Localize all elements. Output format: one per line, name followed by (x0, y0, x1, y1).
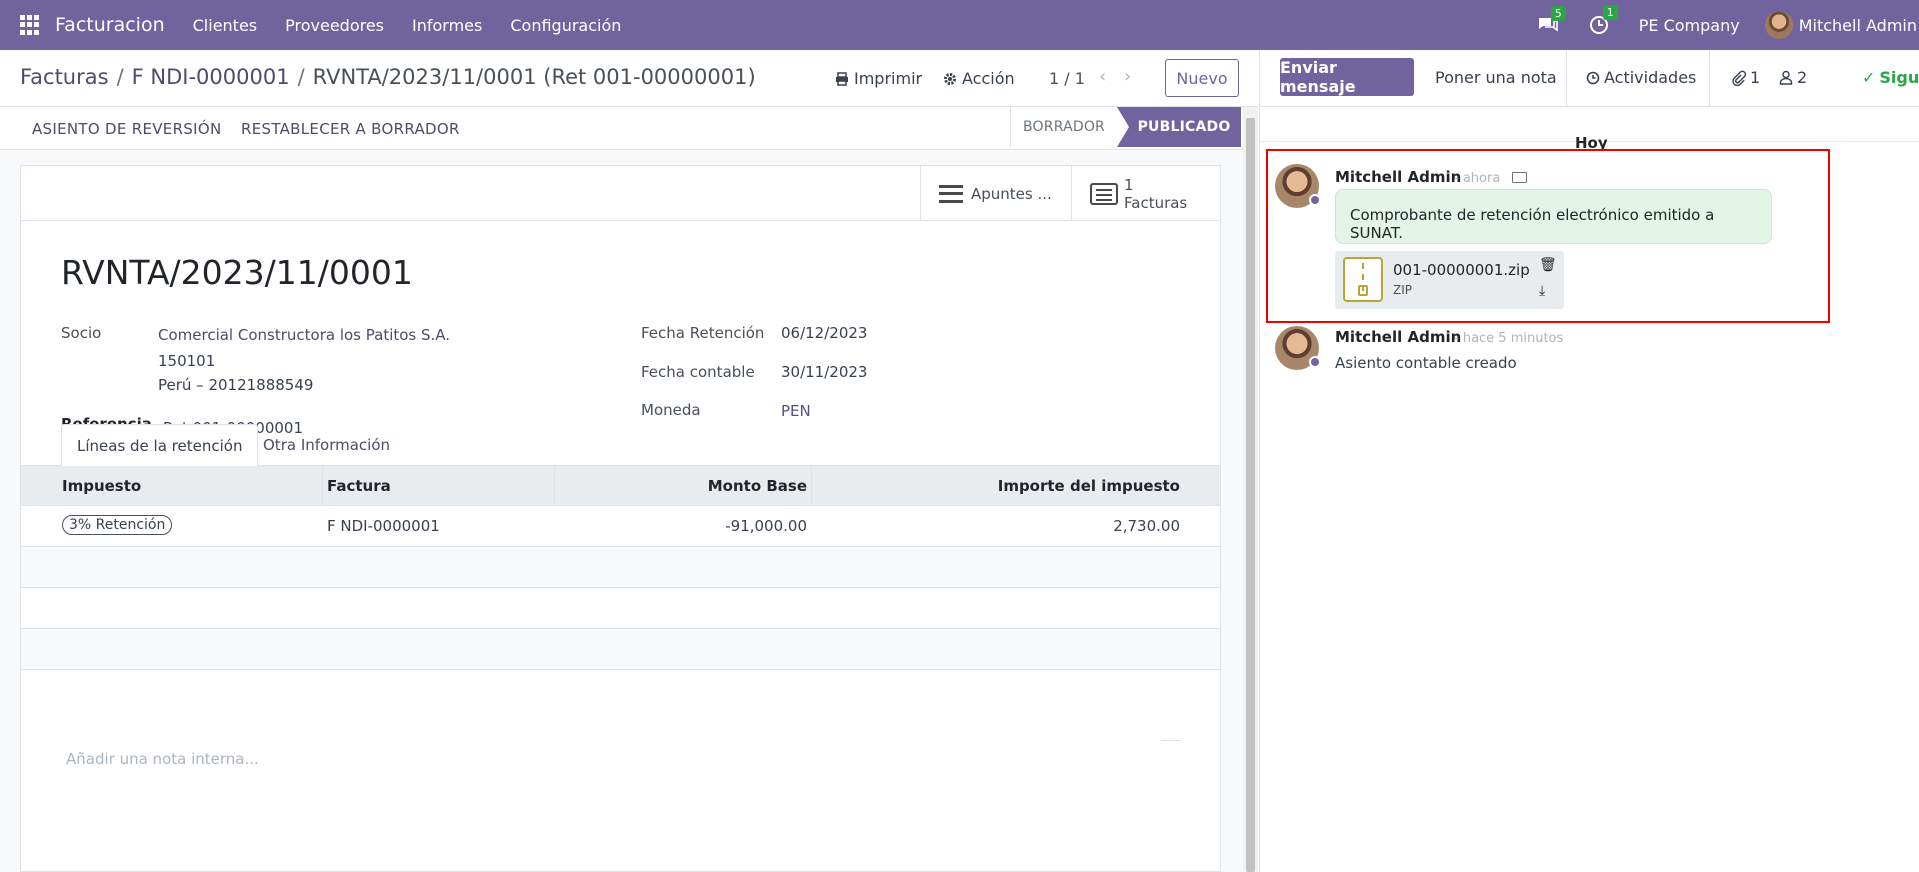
column-tax-amount[interactable]: Importe del impuesto (998, 477, 1180, 495)
user-icon (1779, 70, 1793, 85)
menu-clientes[interactable]: Clientes (193, 16, 258, 35)
accounting-date-field[interactable]: 30/11/2023 (781, 363, 867, 381)
table-header: Impuesto Factura Monto Base Importe del … (21, 466, 1220, 506)
new-button[interactable]: Nuevo (1165, 59, 1239, 97)
action-button[interactable]: Acción (943, 69, 1015, 88)
followers-count: 2 (1797, 68, 1808, 87)
gear-icon (944, 72, 956, 85)
currency-link[interactable]: PEN (781, 402, 811, 420)
journal-items-label: Apuntes ... (971, 184, 1052, 203)
chatter-topbar: Enviar mensaje Poner una nota Actividade… (1260, 50, 1919, 107)
messages-count-badge: 5 (1550, 6, 1566, 21)
breadcrumb-facturas[interactable]: Facturas (20, 65, 109, 89)
bars-icon (939, 184, 963, 203)
column-invoice[interactable]: Factura (327, 477, 391, 495)
print-label: Imprimir (854, 69, 923, 88)
empty-row (21, 629, 1220, 670)
partner-name-link[interactable]: Comercial Constructora los Patitos S.A. (158, 326, 450, 344)
message-date: - hace 5 minutos (1454, 331, 1564, 346)
message-body: Asiento contable creado (1335, 354, 1517, 372)
tab-retention-lines[interactable]: Líneas de la retención (61, 424, 259, 467)
following-button[interactable]: ✓ Siguiendo (1862, 68, 1919, 87)
menu-proveedores[interactable]: Proveedores (285, 16, 384, 35)
notebook-tabs: Líneas de la retención Otra Información (21, 424, 1220, 467)
message-author[interactable]: Mitchell Admin (1335, 328, 1461, 346)
state-posted: PUBLICADO (1117, 107, 1241, 147)
reset-to-draft-button[interactable]: RESTABLECER A BORRADOR (241, 120, 460, 138)
currency-label: Moneda (641, 401, 701, 419)
attachments-button[interactable]: 1 (1730, 68, 1760, 87)
invoices-smart-button[interactable]: 1 Facturas (1071, 166, 1221, 221)
pager-next-icon[interactable]: › (1124, 66, 1131, 87)
partner-label: Socio (61, 324, 102, 342)
empty-row (21, 547, 1220, 588)
pager-previous-icon[interactable]: ‹ (1099, 66, 1106, 87)
user-name: Mitchell Admin (1798, 15, 1917, 35)
smart-button-box: Apuntes ... 1 Facturas (21, 166, 1220, 221)
pager-value[interactable]: 1 / 1 (1049, 69, 1085, 88)
breadcrumb-invoice[interactable]: F NDI-0000001 (132, 65, 290, 89)
breadcrumb: Facturas / F NDI-0000001/RVNTA/2023/11/000… (20, 65, 756, 89)
highlight-box (1266, 149, 1830, 323)
top-navbar: Facturacion Clientes Proveedores Informe… (0, 0, 1919, 50)
invoices-label: Facturas (1124, 193, 1188, 212)
send-message-button[interactable]: Enviar mensaje (1280, 58, 1414, 96)
breadcrumb-current: RVNTA/2023/11/0001 (Ret 001-00000001) (312, 65, 756, 89)
partner-country-vat: Perú – 20121888549 (158, 376, 314, 394)
print-button[interactable]: Imprimir (835, 69, 922, 88)
reverse-entry-button[interactable]: ASIENTO DE REVERSIÓN (32, 120, 221, 138)
chatter-panel: Enviar mensaje Poner una nota Actividade… (1259, 50, 1919, 872)
user-menu[interactable]: Mitchell Admin (1764, 11, 1917, 39)
avatar (1764, 11, 1793, 39)
activity-menu[interactable]: 1 (1589, 5, 1618, 35)
app-name[interactable]: Facturacion (55, 14, 165, 36)
activities-count-badge: 1 (1602, 5, 1618, 20)
print-icon (836, 71, 848, 86)
row-tax-amount: 2,730.00 (1113, 517, 1180, 535)
company-switcher[interactable]: PE Company (1639, 16, 1740, 35)
paperclip-icon (1732, 70, 1746, 86)
menu-informes[interactable]: Informes (412, 16, 482, 35)
tab-other-info[interactable]: Otra Información (248, 424, 405, 466)
action-label: Acción (962, 69, 1015, 88)
attachments-count: 1 (1750, 68, 1761, 87)
row-invoice: F NDI-0000001 (327, 517, 440, 535)
state-draft[interactable]: BORRADOR (1010, 107, 1117, 147)
tax-tag[interactable]: 3% Retención (62, 515, 173, 535)
following-label: Siguiendo (1879, 68, 1919, 87)
avatar[interactable] (1275, 326, 1321, 370)
control-panel: Facturas / F NDI-0000001/RVNTA/2023/11/000… (0, 50, 1258, 107)
form-sheet: Apuntes ... 1 Facturas RVNTA/2023/11/000… (20, 165, 1221, 872)
online-status-icon (1309, 356, 1321, 368)
list-icon (1090, 182, 1118, 205)
check-icon: ✓ (1862, 68, 1876, 87)
journal-items-smart-button[interactable]: Apuntes ... (920, 166, 1071, 221)
row-base-amount: -91,000.00 (725, 517, 807, 535)
followers-button[interactable]: 2 (1779, 68, 1807, 87)
column-tax[interactable]: Impuesto (62, 477, 141, 495)
apps-menu-icon[interactable] (20, 15, 40, 35)
table-row[interactable]: 3% Retención F NDI-0000001 -91,000.00 2,… (21, 506, 1220, 547)
partner-zip: 150101 (158, 352, 216, 370)
column-base-amount[interactable]: Monto Base (708, 477, 807, 495)
activities-button[interactable]: Actividades (1586, 68, 1696, 87)
record-title: RVNTA/2023/11/0001 (61, 253, 413, 292)
accounting-date-label: Fecha contable (641, 363, 755, 381)
clock-icon (1586, 71, 1600, 84)
note-divider (1161, 740, 1181, 741)
retention-date-label: Fecha Retención (641, 324, 765, 342)
internal-note-field[interactable]: Añadir una nota interna... (66, 750, 259, 768)
activities-label: Actividades (1604, 68, 1697, 87)
retention-date-field[interactable]: 06/12/2023 (781, 324, 867, 342)
empty-row (21, 588, 1220, 629)
menu-configuracion[interactable]: Configuración (510, 16, 621, 35)
messaging-menu[interactable]: 5 (1537, 6, 1566, 34)
invoices-count: 1 (1124, 175, 1134, 194)
status-bar: ASIENTO DE REVERSIÓN RESTABLECER A BORRA… (0, 107, 1258, 150)
log-note-button[interactable]: Poner una nota (1435, 68, 1557, 87)
form-scrollbar-thumb[interactable] (1246, 118, 1255, 872)
